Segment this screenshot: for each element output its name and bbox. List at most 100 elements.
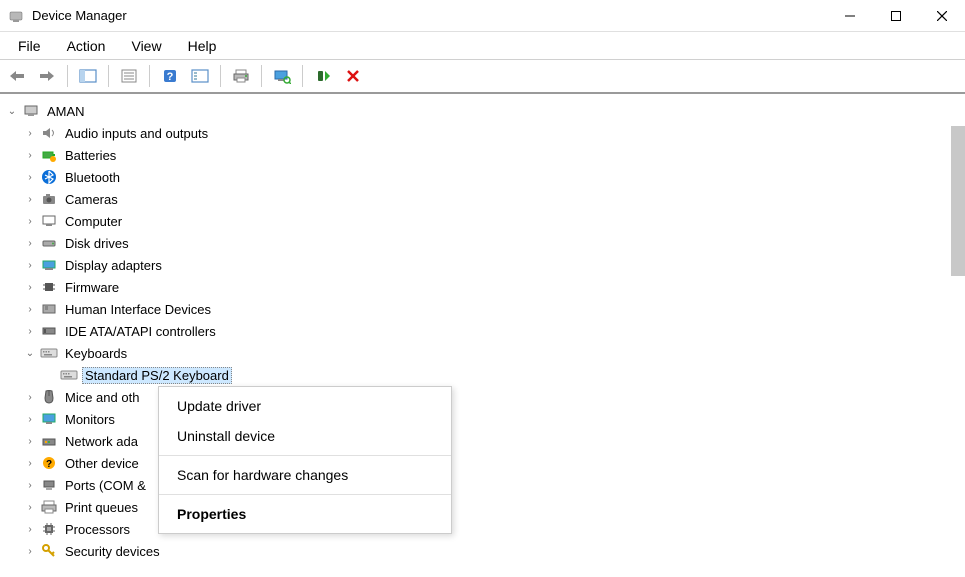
keyboard-icon [40, 344, 58, 362]
chevron-right-icon[interactable]: › [22, 147, 38, 163]
tree-item-other[interactable]: › ? Other device [0, 452, 965, 474]
forward-button[interactable] [34, 63, 60, 89]
chevron-right-icon[interactable]: › [22, 499, 38, 515]
tree-item-label: Standard PS/2 Keyboard [82, 367, 232, 384]
tree-item-bluetooth[interactable]: › Bluetooth [0, 166, 965, 188]
tree-item-hid[interactable]: › Human Interface Devices [0, 298, 965, 320]
tree-item-batteries[interactable]: › Batteries [0, 144, 965, 166]
tree-item-label: Network ada [62, 433, 141, 450]
chevron-right-icon[interactable]: › [22, 125, 38, 141]
print-button[interactable] [228, 63, 254, 89]
chevron-right-icon[interactable]: › [22, 543, 38, 559]
context-update-driver[interactable]: Update driver [159, 391, 451, 421]
enable-device-button[interactable] [310, 63, 336, 89]
chevron-right-icon[interactable]: › [22, 411, 38, 427]
back-button[interactable] [4, 63, 30, 89]
menu-view[interactable]: View [121, 34, 171, 58]
chevron-down-icon[interactable]: ⌄ [22, 345, 38, 361]
tree-item-ide[interactable]: › IDE ATA/ATAPI controllers [0, 320, 965, 342]
menu-help[interactable]: Help [178, 34, 227, 58]
chevron-right-icon[interactable]: › [22, 191, 38, 207]
disk-icon [40, 234, 58, 252]
disable-device-button[interactable] [340, 63, 366, 89]
tree-root[interactable]: ⌄ AMAN [0, 100, 965, 122]
app-icon [8, 8, 24, 24]
tree-item-security[interactable]: › Security devices [0, 540, 965, 562]
tree-item-network[interactable]: › Network ada [0, 430, 965, 452]
chevron-right-icon[interactable]: › [22, 279, 38, 295]
chevron-right-icon[interactable]: › [22, 235, 38, 251]
context-separator [159, 455, 451, 456]
ide-icon [40, 322, 58, 340]
chevron-right-icon[interactable]: › [22, 433, 38, 449]
tree-item-label: Firmware [62, 279, 122, 296]
tree-item-label: Print queues [62, 499, 141, 516]
chevron-right-icon[interactable]: › [22, 477, 38, 493]
keyboard-icon [60, 366, 78, 384]
context-menu: Update driver Uninstall device Scan for … [158, 386, 452, 534]
chevron-right-icon[interactable]: › [22, 455, 38, 471]
scan-hardware-button[interactable] [269, 63, 295, 89]
chevron-right-icon[interactable]: › [22, 301, 38, 317]
tree-item-ports[interactable]: › Ports (COM & [0, 474, 965, 496]
menu-file[interactable]: File [8, 34, 51, 58]
close-button[interactable] [919, 0, 965, 32]
toolbar-separator [108, 65, 109, 87]
tree-item-keyboards[interactable]: ⌄ Keyboards [0, 342, 965, 364]
chevron-right-icon[interactable]: › [22, 323, 38, 339]
tree-item-label: Batteries [62, 147, 119, 164]
chevron-down-icon[interactable]: ⌄ [4, 103, 20, 119]
tree-item-cameras[interactable]: › Cameras [0, 188, 965, 210]
tree-item-processors[interactable]: › Processors [0, 518, 965, 540]
context-separator [159, 494, 451, 495]
toolbar-separator [220, 65, 221, 87]
svg-text:?: ? [167, 71, 174, 83]
chevron-right-icon[interactable]: › [22, 521, 38, 537]
vertical-scrollbar[interactable] [951, 126, 965, 276]
printer-icon [40, 498, 58, 516]
minimize-button[interactable] [827, 0, 873, 32]
tree-item-mice[interactable]: › Mice and oth [0, 386, 965, 408]
window-controls [827, 0, 965, 32]
svg-text:?: ? [46, 459, 52, 470]
context-scan-hardware[interactable]: Scan for hardware changes [159, 460, 451, 490]
tree-item-audio[interactable]: › Audio inputs and outputs [0, 122, 965, 144]
network-icon [40, 432, 58, 450]
tree-item-label: Disk drives [62, 235, 132, 252]
maximize-button[interactable] [873, 0, 919, 32]
key-icon [40, 542, 58, 560]
context-properties[interactable]: Properties [159, 499, 451, 529]
toolbar-separator [261, 65, 262, 87]
toolbar-separator [149, 65, 150, 87]
tree-item-label: Mice and oth [62, 389, 142, 406]
chevron-right-icon[interactable]: › [22, 169, 38, 185]
tree-item-label: Security devices [62, 543, 163, 560]
tree-item-display-adapters[interactable]: › Display adapters [0, 254, 965, 276]
chevron-right-icon[interactable]: › [22, 213, 38, 229]
menu-action[interactable]: Action [57, 34, 116, 58]
tree-item-disk-drives[interactable]: › Disk drives [0, 232, 965, 254]
properties-button[interactable] [116, 63, 142, 89]
tree-item-monitors[interactable]: › Monitors [0, 408, 965, 430]
tree-item-label: Monitors [62, 411, 118, 428]
battery-icon [40, 146, 58, 164]
tree-item-label: Human Interface Devices [62, 301, 214, 318]
device-tree[interactable]: ⌄ AMAN › Audio inputs and outputs › Batt… [0, 94, 965, 577]
display-adapter-icon [40, 256, 58, 274]
help-button[interactable]: ? [157, 63, 183, 89]
chevron-right-icon[interactable]: › [22, 389, 38, 405]
tree-item-print-queues[interactable]: › Print queues [0, 496, 965, 518]
tree-item-standard-ps2-keyboard[interactable]: Standard PS/2 Keyboard [0, 364, 965, 386]
computer-icon [22, 102, 40, 120]
tree-item-label: Ports (COM & [62, 477, 149, 494]
tree-item-label: Audio inputs and outputs [62, 125, 211, 142]
show-hide-console-tree-button[interactable] [75, 63, 101, 89]
window-title: Device Manager [32, 8, 127, 23]
action-button[interactable] [187, 63, 213, 89]
tree-item-label: IDE ATA/ATAPI controllers [62, 323, 219, 340]
context-uninstall-device[interactable]: Uninstall device [159, 421, 451, 451]
chevron-right-icon[interactable]: › [22, 257, 38, 273]
tree-item-firmware[interactable]: › Firmware [0, 276, 965, 298]
tree-item-label: Display adapters [62, 257, 165, 274]
tree-item-computer[interactable]: › Computer [0, 210, 965, 232]
